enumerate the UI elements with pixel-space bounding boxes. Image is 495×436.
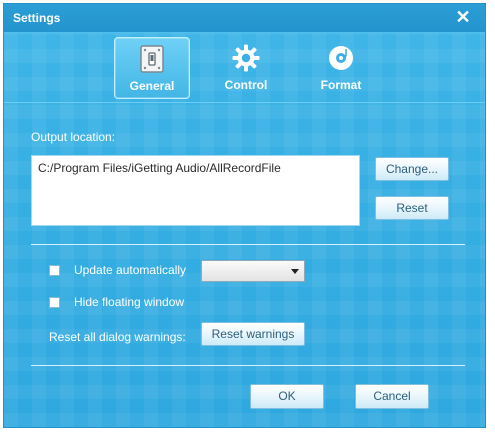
- tab-general-label: General: [129, 79, 175, 93]
- settings-dialog: Settings ✕ General Control Format Output…: [3, 3, 486, 428]
- update-automatically-label: Update automatically: [74, 263, 187, 277]
- reset-button[interactable]: Reset: [375, 196, 449, 220]
- update-interval-select[interactable]: [201, 260, 305, 282]
- gear-icon: [232, 44, 260, 72]
- tab-control-label: Control: [224, 78, 268, 92]
- chevron-down-icon: [291, 269, 299, 274]
- general-icon: [140, 45, 164, 73]
- tab-control[interactable]: Control: [209, 37, 283, 97]
- tabs-divider: [4, 102, 485, 103]
- window-title: Settings: [13, 11, 61, 25]
- divider-bottom: [31, 365, 465, 366]
- tab-format-label: Format: [320, 78, 362, 92]
- cancel-button[interactable]: Cancel: [355, 384, 429, 409]
- divider-top: [31, 244, 465, 245]
- ok-button[interactable]: OK: [250, 384, 324, 409]
- hide-floating-window-label: Hide floating window: [74, 295, 185, 309]
- update-automatically-checkbox[interactable]: [49, 265, 60, 276]
- output-location-label: Output location:: [31, 130, 116, 144]
- output-path-field[interactable]: C:/Program Files/iGetting Audio/AllRecor…: [31, 155, 360, 226]
- reset-warnings-button[interactable]: Reset warnings: [201, 322, 305, 346]
- settings-tabs: General Control Format: [4, 34, 485, 106]
- tab-general[interactable]: General: [114, 37, 190, 99]
- music-disc-icon: [329, 46, 353, 70]
- title-bar[interactable]: Settings ✕: [4, 4, 485, 33]
- close-icon[interactable]: ✕: [453, 7, 473, 27]
- reset-warnings-label: Reset all dialog warnings:: [49, 330, 186, 344]
- change-button[interactable]: Change...: [375, 157, 449, 181]
- hide-floating-window-checkbox[interactable]: [49, 297, 60, 308]
- tab-format[interactable]: Format: [304, 37, 378, 97]
